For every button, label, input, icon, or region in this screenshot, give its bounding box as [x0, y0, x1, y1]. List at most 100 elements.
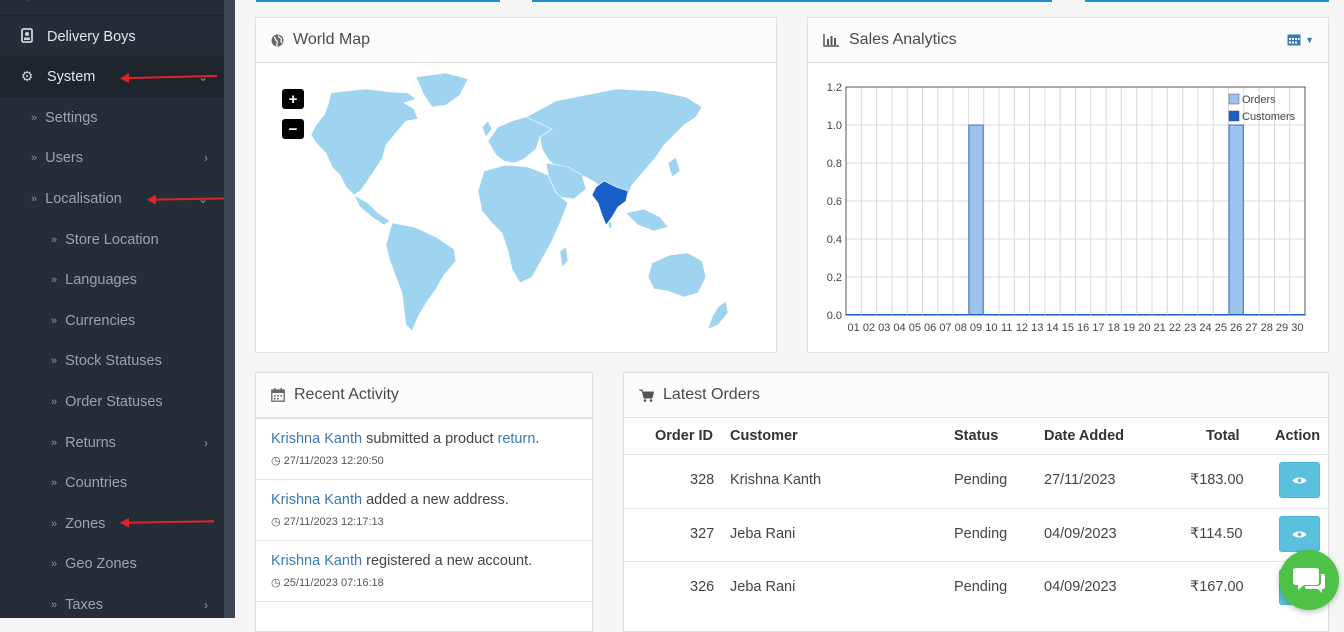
panel-title: Recent Activity [294, 386, 399, 403]
sidebar-item-label: Taxes [65, 597, 104, 613]
status-cell: Pending [954, 526, 1008, 542]
sidebar-scrollbar[interactable] [224, 0, 235, 618]
activity-time: 27/11/2023 12:20:50 [283, 455, 384, 467]
chevron-right-icon: › [204, 598, 208, 612]
map-zoom-in-button[interactable]: + [282, 89, 304, 109]
tile-edge [532, 0, 1052, 2]
x-tick-label: 08 [955, 322, 967, 334]
map-central-america[interactable] [353, 194, 391, 226]
activity-item: Krishna Kanth registered a new account. … [256, 540, 592, 601]
double-chevron-right-icon: » [31, 152, 38, 164]
x-tick-label: 14 [1046, 322, 1058, 334]
map-new-zealand[interactable] [707, 300, 729, 330]
legend-swatch [1228, 93, 1240, 105]
sidebar-item-delivery-boys[interactable]: Delivery Boys [0, 17, 224, 57]
view-order-button[interactable] [1279, 462, 1320, 498]
activity-return-link[interactable]: return [498, 431, 536, 447]
sidebar-item-label: Returns [65, 435, 116, 451]
order-id-cell: 326 [690, 579, 715, 595]
calendar-dropdown-button[interactable]: ▼ [1287, 33, 1314, 46]
calendar-icon [1287, 34, 1301, 46]
total-cell: ₹114.50 [1190, 526, 1243, 542]
sidebar-item-label: Localisation [45, 191, 122, 207]
map-greenland[interactable] [415, 72, 469, 108]
customer-cell: Jeba Rani [730, 579, 796, 595]
bar-customers [1091, 314, 1106, 315]
bar-customers [923, 314, 938, 315]
x-tick-label: 07 [939, 322, 951, 334]
map-australia[interactable] [647, 252, 707, 298]
sidebar-item-stock-statuses[interactable]: » Stock Statuses [0, 341, 224, 381]
sidebar-item-geo-zones[interactable]: » Geo Zones [0, 544, 224, 584]
shopping-cart-icon [639, 389, 654, 402]
sidebar-item-taxes[interactable]: » Taxes › [0, 585, 224, 625]
sidebar-item-currencies[interactable]: » Currencies [0, 301, 224, 341]
bar-customers [984, 314, 999, 315]
x-tick-label: 18 [1108, 322, 1120, 334]
clock-icon: ◷ [271, 455, 281, 467]
map-madagascar[interactable] [559, 246, 569, 268]
sidebar-item-countries[interactable]: » Countries [0, 463, 224, 503]
view-order-button[interactable] [1279, 516, 1320, 552]
tile-edge [1085, 0, 1329, 2]
map-southeast-asia[interactable] [625, 208, 669, 232]
sidebar-item-returns[interactable]: » Returns › [0, 423, 224, 463]
map-north-america[interactable] [310, 88, 419, 196]
bar-customers [1244, 314, 1259, 315]
gear-icon: ⚙ [19, 0, 35, 4]
total-cell: ₹167.00 [1190, 579, 1244, 595]
x-tick-label: 28 [1261, 322, 1273, 334]
sidebar-item-users[interactable]: » Users › [0, 138, 224, 178]
customer-cell: Krishna Kanth [730, 472, 822, 488]
column-header-customer[interactable]: Customer [730, 428, 798, 444]
sidebar-item-store-location[interactable]: » Store Location [0, 220, 224, 260]
map-japan[interactable] [667, 156, 681, 178]
sidebar-item-zones[interactable]: » Zones [0, 504, 224, 544]
date-cell: 04/09/2023 [1044, 579, 1117, 595]
eye-icon [1292, 531, 1307, 537]
sidebar-item-order-statuses[interactable]: » Order Statuses [0, 382, 224, 422]
activity-user-link[interactable]: Krishna Kanth [271, 492, 362, 508]
activity-user-link[interactable]: Krishna Kanth [271, 431, 362, 447]
column-header-total[interactable]: Total [1206, 428, 1240, 444]
column-header-date-added[interactable]: Date Added [1044, 428, 1124, 444]
double-chevron-right-icon: » [51, 599, 58, 611]
chat-widget-button[interactable] [1279, 550, 1339, 610]
x-tick-label: 23 [1184, 322, 1196, 334]
x-tick-label: 02 [863, 322, 875, 334]
sales-analytics-panel: Sales Analytics ▼ 0.0 0.2 0.4 0.6 0.8 1.0 1.2 0… [807, 17, 1329, 353]
sidebar-item-languages[interactable]: » Languages [0, 260, 224, 300]
x-tick-label: 16 [1077, 322, 1089, 334]
y-tick-label: 0.6 [827, 196, 842, 208]
table-row: 328 Krishna Kanth Pending 27/11/2023 ₹18… [624, 454, 1329, 507]
bar-customers [1121, 314, 1137, 315]
date-cell: 27/11/2023 [1044, 472, 1116, 488]
x-tick-label: 29 [1276, 322, 1288, 334]
map-zoom-out-button[interactable]: − [282, 119, 304, 139]
sidebar-item-label: System [47, 68, 96, 85]
map-uk[interactable] [481, 120, 493, 138]
double-chevron-right-icon: » [51, 355, 58, 367]
y-tick-label: 0.8 [827, 158, 842, 170]
activity-time: 25/11/2023 07:16:18 [283, 577, 384, 589]
bar-customers [968, 314, 984, 315]
activity-user-link[interactable]: Krishna Kanth [271, 553, 362, 569]
panel-title: World Map [293, 31, 371, 48]
legend-swatch [1228, 110, 1240, 122]
bar-customers [1060, 314, 1075, 315]
y-tick-label: 1.0 [827, 120, 842, 132]
bar-customers [1030, 314, 1045, 315]
bar-customers [999, 314, 1014, 315]
sidebar-item-label: Users [45, 150, 83, 166]
world-map[interactable] [256, 63, 776, 352]
bar-customers [1290, 314, 1305, 315]
column-header-order-id[interactable]: Order ID [655, 428, 713, 444]
column-header-status[interactable]: Status [954, 428, 998, 444]
panel-title: Sales Analytics [849, 31, 957, 48]
map-sri-lanka[interactable] [607, 220, 613, 230]
table-row: 326 Jeba Rani Pending 04/09/2023 ₹167.00 [624, 561, 1329, 614]
sidebar-item-hidden[interactable]: ⚙ [0, 0, 224, 16]
sidebar-item-settings[interactable]: » Settings [0, 98, 224, 138]
map-south-america[interactable] [385, 222, 457, 332]
bar-customers [877, 314, 892, 315]
